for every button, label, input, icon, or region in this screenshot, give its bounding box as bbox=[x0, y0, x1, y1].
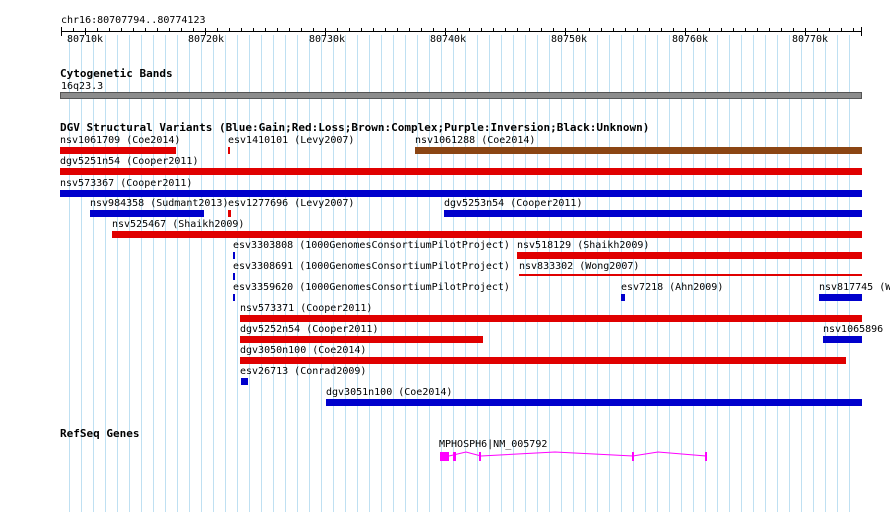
gene-exon[interactable] bbox=[632, 452, 634, 461]
gene-intron-line[interactable] bbox=[448, 451, 707, 457]
genome-browser-view: chr16:80707794..80774123 80710k 80720k 807… bbox=[0, 0, 890, 512]
gene-exon[interactable] bbox=[705, 452, 707, 461]
gene-structure[interactable] bbox=[440, 451, 707, 461]
gene-exon[interactable] bbox=[479, 452, 481, 461]
gene-exon[interactable] bbox=[453, 452, 456, 461]
gene-exon[interactable] bbox=[440, 452, 449, 461]
gene-model[interactable] bbox=[0, 0, 890, 512]
